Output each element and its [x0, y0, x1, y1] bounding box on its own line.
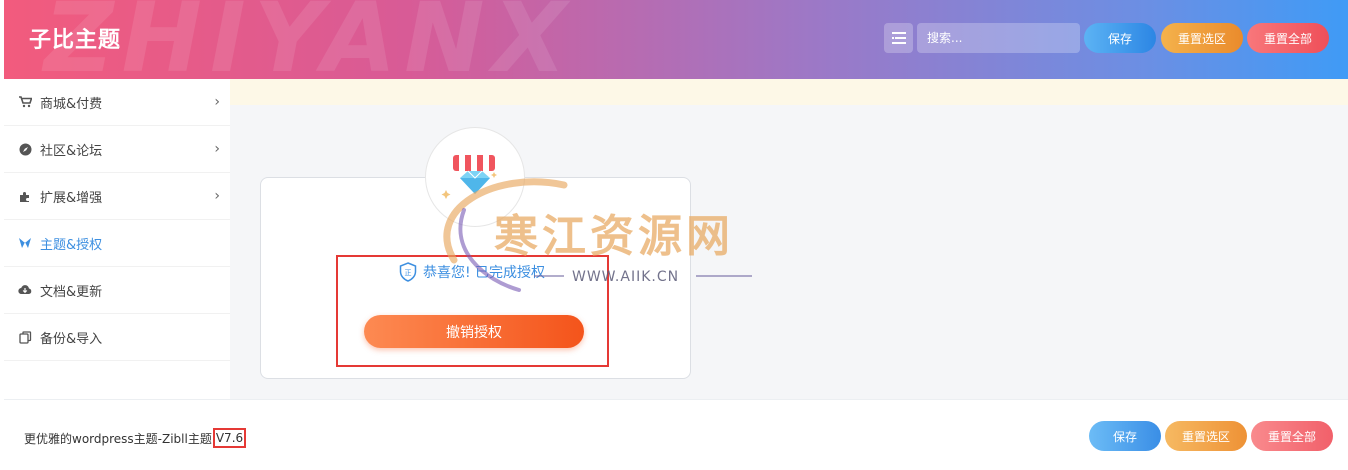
footer-reset-section-button[interactable]: 重置选区	[1165, 421, 1247, 451]
copy-icon	[18, 330, 32, 344]
list-icon	[891, 29, 906, 48]
sidebar-item-backup-import[interactable]: 备份&导入	[4, 314, 230, 361]
notice-bar	[230, 79, 1348, 105]
version-badge: V7.6	[212, 428, 247, 448]
reset-section-button[interactable]: 重置选区	[1161, 23, 1243, 53]
puzzle-icon	[18, 189, 32, 203]
sidebar-item-label: 商城&付费	[40, 96, 103, 112]
main-content: 正 恭喜您! 已完成授权 撤销授权	[230, 79, 1348, 399]
chevron-right-icon: ›	[214, 94, 220, 110]
sidebar-item-shop[interactable]: 商城&付费 ›	[4, 79, 230, 126]
chevron-right-icon: ›	[214, 141, 220, 157]
sidebar-item-label: 社区&论坛	[40, 143, 103, 159]
sidebar-item-label: 备份&导入	[40, 331, 103, 347]
header-bar: ZHIYANX 子比主题 保存 重置选区 重置全部	[4, 0, 1348, 79]
sidebar-item-label: 文档&更新	[40, 284, 103, 300]
sidebar-item-extensions[interactable]: 扩展&增强 ›	[4, 173, 230, 220]
sidebar-item-community[interactable]: 社区&论坛 ›	[4, 126, 230, 173]
highlight-box	[336, 255, 609, 367]
shop-diamond-icon	[441, 155, 497, 199]
expand-all-button[interactable]	[884, 23, 913, 53]
cart-icon	[18, 95, 32, 109]
footer-bar: 更优雅的wordpress主题-Zibll主题 V7.6 保存 重置选区 重置全…	[4, 399, 1348, 470]
footer-reset-all-button[interactable]: 重置全部	[1251, 421, 1333, 451]
save-button[interactable]: 保存	[1084, 23, 1156, 53]
cloud-icon	[18, 283, 32, 297]
theme-icon	[18, 236, 32, 250]
sidebar-item-docs-updates[interactable]: 文档&更新	[4, 267, 230, 314]
shop-badge	[425, 127, 525, 227]
sidebar-item-label: 主题&授权	[40, 237, 103, 253]
compass-icon	[18, 142, 32, 156]
footer-info-text: 更优雅的wordpress主题-Zibll主题	[24, 431, 212, 446]
search-input[interactable]	[917, 23, 1080, 53]
sidebar-item-label: 扩展&增强	[40, 190, 103, 206]
page-title: 子比主题	[29, 28, 122, 53]
reset-all-button[interactable]: 重置全部	[1247, 23, 1329, 53]
sidebar-nav: 商城&付费 › 社区&论坛 › 扩展&增强 › 主题&授权 文档&更新 备份&导…	[4, 79, 230, 399]
theme-options-page: ZHIYANX 子比主题 保存 重置选区 重置全部 商城&付费 ›	[0, 0, 1348, 470]
footer-save-button[interactable]: 保存	[1089, 421, 1161, 451]
header-background-logo: ZHIYANX	[44, 0, 575, 79]
sidebar-item-theme-license[interactable]: 主题&授权	[4, 220, 230, 267]
chevron-right-icon: ›	[214, 188, 220, 204]
footer-info: 更优雅的wordpress主题-Zibll主题 V7.6	[24, 428, 247, 448]
